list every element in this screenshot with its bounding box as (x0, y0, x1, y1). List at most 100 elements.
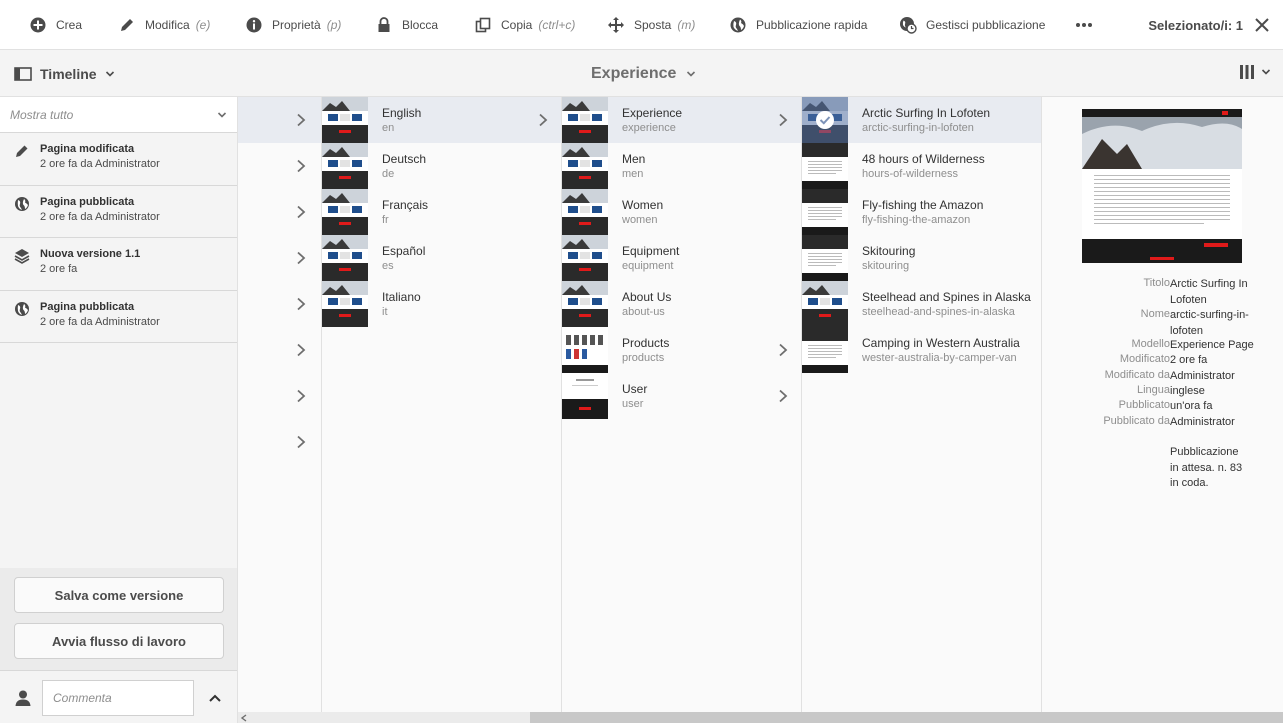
page-thumbnail (562, 281, 608, 327)
timeline-filter-value: Mostra tutto (10, 107, 74, 122)
page-thumbnail (802, 97, 848, 143)
list-item-title: Skitouring (862, 244, 916, 258)
view-switcher[interactable] (1239, 64, 1271, 80)
pencil-icon (16, 145, 28, 157)
move-shortcut: (m) (677, 18, 696, 32)
comment-input[interactable]: Commenta (42, 680, 194, 716)
list-item[interactable]: Equipment equipment (562, 235, 801, 281)
move-button[interactable]: Sposta (m) (607, 0, 695, 50)
edit-button[interactable]: Modifica (e) (118, 0, 210, 50)
list-item[interactable]: English en (322, 97, 561, 143)
scrollbar-thumb[interactable] (530, 712, 1283, 723)
list-item[interactable] (238, 189, 321, 235)
list-item[interactable]: Deutsch de (322, 143, 561, 189)
property-value: arctic-surfing-in-lofoten (1170, 309, 1249, 337)
list-item[interactable] (238, 281, 321, 327)
list-item[interactable]: User user (562, 373, 801, 419)
list-item[interactable]: Skitouring skitouring (802, 235, 1041, 281)
start-workflow-button[interactable]: Avvia flusso di lavoro (14, 623, 224, 659)
create-button[interactable]: Crea (29, 0, 82, 50)
page-thumbnail (322, 143, 368, 189)
layers-icon (14, 249, 30, 264)
save-version-button[interactable]: Salva come versione (14, 577, 224, 613)
move-label: Sposta (634, 18, 672, 32)
list-item-title: Equipment (622, 244, 680, 258)
list-item[interactable]: 48 hours of Wilderness hours-of-wildernes… (802, 143, 1041, 189)
list-item[interactable]: Men men (562, 143, 801, 189)
copy-button[interactable]: Copia (ctrl+c) (474, 0, 575, 50)
list-item[interactable] (238, 373, 321, 419)
chevron-right-icon (297, 435, 306, 449)
list-item-title: Women (622, 198, 664, 212)
globe-clock-icon (900, 17, 917, 34)
property-value: 2 ore fa (1170, 354, 1208, 366)
list-item-path: about-us (622, 306, 665, 318)
list-item[interactable]: Fly-fishing the Amazon fly-fishing-the-am… (802, 189, 1041, 235)
list-item-path: fly-fishing-the-amazon (862, 214, 971, 226)
list-item[interactable]: Steelhead and Spines in Alaska steelhead-… (802, 281, 1041, 327)
list-item[interactable]: About Us about-us (562, 281, 801, 327)
list-item-path: products (622, 352, 665, 364)
chevron-up-icon[interactable] (208, 692, 222, 704)
page-thumbnail (562, 143, 608, 189)
property-value: Administrator (1170, 370, 1235, 382)
list-item[interactable]: Italiano it (322, 281, 561, 327)
timeline-entry[interactable]: Pagina pubblicata 2 ore fa da Administrat… (0, 291, 237, 343)
chevron-left-icon[interactable] (240, 714, 248, 722)
timeline-entry[interactable]: Pagina pubblicata 2 ore fa da Administrat… (0, 186, 237, 238)
property-value: inglese (1170, 385, 1205, 397)
list-item[interactable]: Arctic Surfing In Lofoten arctic-surfing-… (802, 97, 1041, 143)
timeline-filter-select[interactable]: Mostra tutto (0, 97, 237, 133)
list-item-title: Arctic Surfing In Lofoten (862, 106, 991, 120)
more-actions-button[interactable] (1075, 0, 1102, 50)
list-item[interactable] (238, 97, 321, 143)
timeline-entry-detail: 2 ore fa (40, 263, 78, 275)
list-item-title: Español (382, 244, 426, 258)
info-icon (246, 17, 262, 33)
chevron-right-icon (539, 113, 548, 127)
list-item[interactable] (238, 235, 321, 281)
quick-publish-button[interactable]: Pubblicazione rapida (729, 0, 867, 50)
horizontal-scrollbar[interactable] (238, 712, 1283, 723)
timeline-entry-title: Pagina pubblicata (40, 195, 135, 208)
page-thumbnail (322, 235, 368, 281)
more-icon (1076, 23, 1092, 27)
list-item-title: Camping in Western Australia (862, 336, 1020, 350)
rail-selector[interactable]: Timeline (14, 50, 115, 97)
list-item[interactable]: Camping in Western Australia wester-austr… (802, 327, 1041, 373)
property-key: Modificato da (1104, 369, 1170, 381)
list-item-title: Fly-fishing the Amazon (862, 198, 984, 212)
list-item[interactable] (238, 143, 321, 189)
list-item[interactable]: Experience experience (562, 97, 801, 143)
selection-overlay (802, 97, 848, 143)
side-panel-icon (14, 66, 32, 81)
list-item-path: it (382, 306, 388, 318)
list-item[interactable] (238, 327, 321, 373)
meta-panel: Titolo Arctic Surfing In Lofoten Nome ar… (1042, 97, 1283, 712)
property-key: Titolo (1143, 277, 1171, 289)
page-thumbnail (562, 327, 608, 373)
move-icon (608, 17, 624, 33)
list-item[interactable]: Español es (322, 235, 561, 281)
chevron-down-icon (105, 70, 114, 77)
list-item[interactable]: Products products (562, 327, 801, 373)
timeline-entry[interactable]: Nuova versione 1.1 2 ore fa (0, 238, 237, 291)
page-thumbnail (562, 189, 608, 235)
column-sections: Experience experience Men men Women women Equi… (562, 97, 802, 712)
list-item[interactable] (238, 419, 321, 465)
action-bar: Crea Modifica (e) Proprietà (p) Blocca C… (0, 0, 1283, 50)
close-icon[interactable] (1253, 16, 1271, 34)
chevron-right-icon (297, 205, 306, 219)
chevron-down-icon (217, 111, 227, 118)
lock-button[interactable]: Blocca (375, 0, 438, 50)
selection-count: Selezionato/i: 1 (1148, 17, 1243, 33)
timeline-entry[interactable]: Pagina modificata 2 ore fa da Administrat… (0, 133, 237, 186)
manage-publication-button[interactable]: Gestisci pubblicazione (899, 0, 1045, 50)
properties-button[interactable]: Proprietà (p) (245, 0, 341, 50)
breadcrumb-title[interactable]: Experience (591, 50, 696, 97)
list-item[interactable]: Français fr (322, 189, 561, 235)
list-item[interactable]: Women women (562, 189, 801, 235)
chevron-right-icon (297, 251, 306, 265)
list-item-title: Italiano (382, 290, 421, 304)
lock-icon (378, 17, 390, 32)
